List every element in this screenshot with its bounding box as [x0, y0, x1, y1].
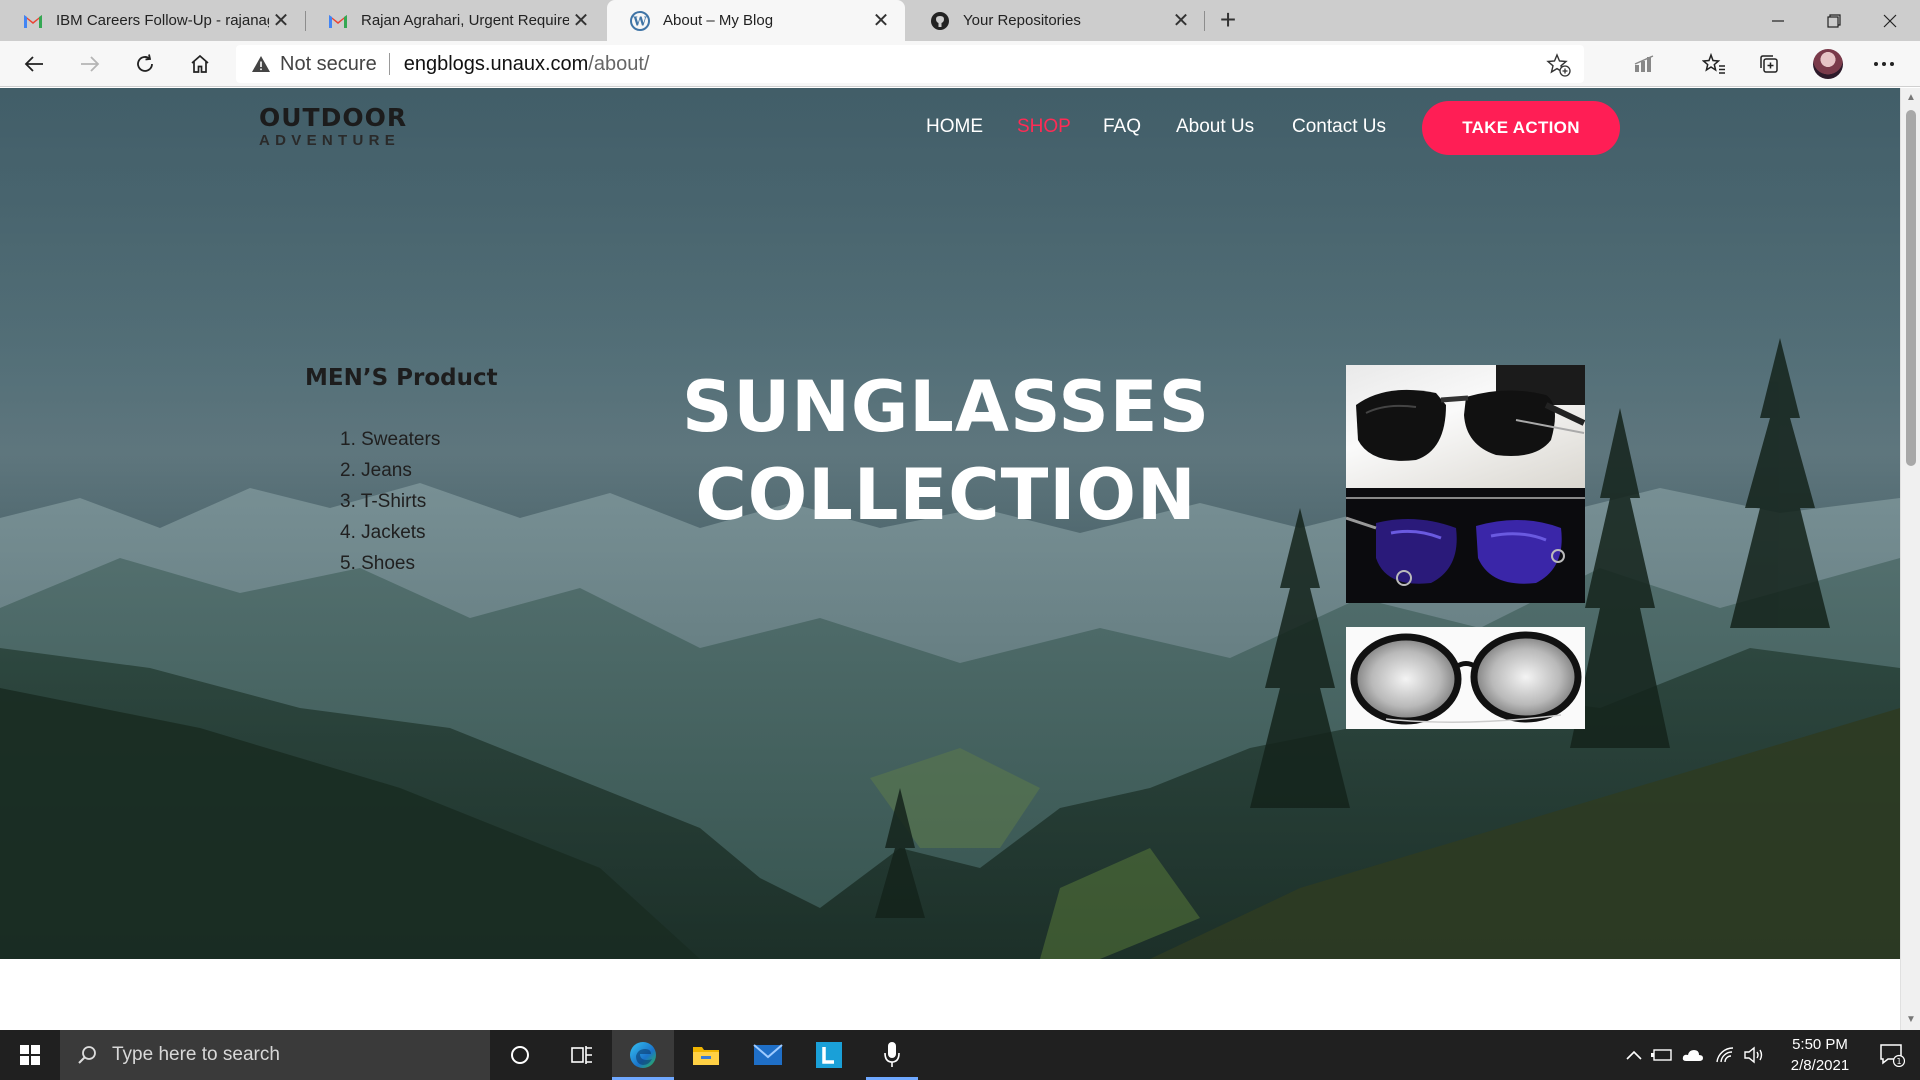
hero-title-line-2: COLLECTION	[695, 454, 1197, 536]
wordpress-icon: W	[629, 10, 651, 32]
windows-taskbar: Type here to search 5:50 PM 2/8/2021 1	[0, 1030, 1920, 1080]
taskbar-search-box[interactable]: Type here to search	[60, 1030, 490, 1080]
wifi-icon[interactable]	[1710, 1030, 1740, 1080]
notification-center-icon[interactable]: 1	[1872, 1030, 1912, 1080]
settings-menu-icon[interactable]	[1866, 46, 1902, 82]
address-bar[interactable]: Not secure engblogs.unaux.com /about/	[236, 45, 1584, 83]
url-path: /about/	[588, 52, 650, 75]
search-placeholder: Type here to search	[112, 1044, 280, 1065]
list-item[interactable]: 5. Shoes	[340, 548, 440, 579]
volume-icon[interactable]	[1740, 1030, 1770, 1080]
back-button[interactable]	[16, 46, 52, 82]
scroll-down-icon[interactable]: ▼	[1905, 1014, 1917, 1026]
svg-text:1: 1	[1896, 1057, 1901, 1066]
performance-icon[interactable]	[1626, 46, 1662, 82]
take-action-button[interactable]: TAKE ACTION	[1422, 101, 1620, 155]
l-app-icon[interactable]	[803, 1030, 855, 1080]
tab-title: Rajan Agrahari, Urgent Requirem	[361, 12, 569, 29]
logo-text-bottom: ADVENTURE	[259, 132, 401, 149]
security-label: Not secure	[280, 52, 377, 75]
system-clock[interactable]: 5:50 PM 2/8/2021	[1770, 1034, 1870, 1076]
microphone-icon[interactable]	[866, 1030, 918, 1080]
svg-text:W: W	[632, 14, 647, 28]
nav-about-us[interactable]: About Us	[1176, 116, 1254, 138]
battery-icon[interactable]	[1648, 1030, 1676, 1080]
refresh-button[interactable]	[127, 46, 163, 82]
favorites-icon[interactable]	[1696, 46, 1732, 82]
edge-browser-icon[interactable]	[612, 1030, 674, 1080]
close-tab-icon[interactable]: ✕	[1169, 8, 1193, 33]
cortana-icon[interactable]	[494, 1030, 546, 1080]
tab-title: About – My Blog	[663, 12, 774, 29]
start-button[interactable]	[0, 1030, 60, 1080]
logo-text-top: OUTDOOR	[259, 103, 408, 132]
github-icon	[929, 10, 951, 32]
browser-toolbar: Not secure engblogs.unaux.com /about/	[0, 41, 1920, 87]
tab-my-blog[interactable]: W About – My Blog ✕	[607, 0, 905, 41]
scroll-up-icon[interactable]: ▲	[1905, 92, 1917, 104]
nav-home[interactable]: HOME	[926, 116, 983, 138]
tab-title: Your Repositories	[963, 12, 1081, 29]
gmail-icon	[22, 10, 44, 32]
file-explorer-icon[interactable]	[680, 1030, 732, 1080]
clock-date: 2/8/2021	[1790, 1057, 1850, 1074]
warning-icon[interactable]	[250, 53, 272, 75]
restore-button[interactable]	[1806, 0, 1862, 41]
minimize-button[interactable]	[1750, 0, 1806, 41]
nav-contact-us[interactable]: Contact Us	[1292, 116, 1386, 138]
close-window-button[interactable]	[1862, 0, 1918, 41]
chevron-up-icon[interactable]	[1620, 1030, 1648, 1080]
tab-title: IBM Careers Follow-Up - rajanag	[56, 12, 269, 29]
close-tab-icon[interactable]: ✕	[269, 8, 293, 33]
black-aviator-sunglasses-image[interactable]	[1346, 365, 1585, 490]
hero-section: OUTDOOR ADVENTURE HOME SHOP FAQ About Us…	[0, 88, 1900, 959]
address-divider	[388, 53, 390, 75]
tab-strip: IBM Careers Follow-Up - rajanag ✕ Rajan …	[0, 0, 1920, 41]
site-logo[interactable]: OUTDOOR ADVENTURE	[259, 104, 407, 150]
tab-divider	[1204, 11, 1205, 31]
blue-lens-sunglasses-image[interactable]	[1346, 488, 1585, 603]
close-tab-icon[interactable]: ✕	[569, 8, 593, 33]
tab-gmail-ibm[interactable]: IBM Careers Follow-Up - rajanag ✕	[0, 0, 305, 41]
collections-icon[interactable]	[1751, 46, 1787, 82]
clock-time: 5:50 PM	[1792, 1036, 1848, 1053]
tab-gmail-rajan[interactable]: Rajan Agrahari, Urgent Requirem ✕	[305, 0, 605, 41]
round-mirror-sunglasses-image[interactable]	[1346, 627, 1585, 729]
gmail-icon	[327, 10, 349, 32]
onedrive-icon[interactable]	[1678, 1030, 1708, 1080]
add-favorite-icon[interactable]	[1546, 52, 1572, 78]
scrollbar-thumb[interactable]	[1906, 110, 1916, 466]
page-viewport: OUTDOOR ADVENTURE HOME SHOP FAQ About Us…	[0, 88, 1900, 1030]
close-tab-icon[interactable]: ✕	[869, 8, 893, 33]
hero-title-line-1: SUNGLASSES	[682, 366, 1210, 448]
task-view-icon[interactable]	[556, 1030, 608, 1080]
new-tab-button[interactable]: +	[1212, 4, 1244, 36]
page-scrollbar[interactable]: ▲ ▼	[1900, 88, 1920, 1030]
nav-shop[interactable]: SHOP	[1017, 116, 1071, 138]
profile-avatar[interactable]	[1813, 49, 1843, 79]
mail-icon[interactable]	[742, 1030, 794, 1080]
tab-github-repos[interactable]: Your Repositories ✕	[907, 0, 1205, 41]
search-icon	[76, 1044, 98, 1066]
nav-faq[interactable]: FAQ	[1103, 116, 1141, 138]
home-button[interactable]	[182, 46, 218, 82]
forward-button[interactable]	[72, 46, 108, 82]
url-host: engblogs.unaux.com	[403, 52, 589, 75]
